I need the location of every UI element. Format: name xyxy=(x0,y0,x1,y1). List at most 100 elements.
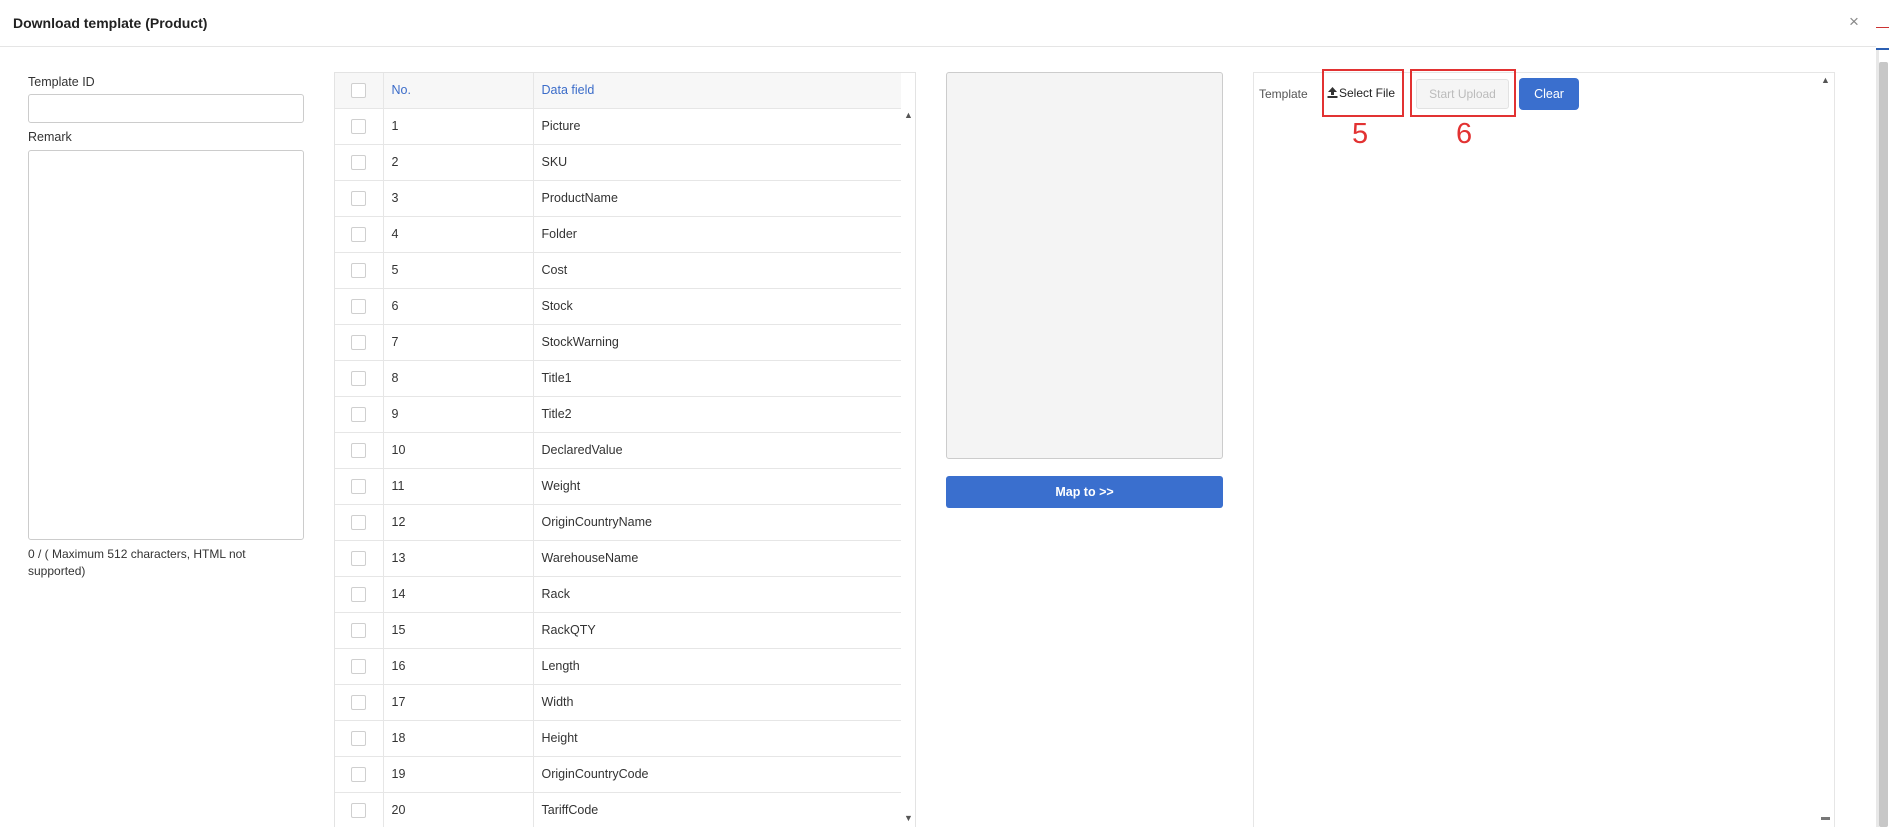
row-number: 9 xyxy=(383,396,534,433)
table-row[interactable]: 17 Width xyxy=(335,684,901,721)
row-data-field: Title2 xyxy=(533,396,901,433)
row-number: 18 xyxy=(383,720,534,757)
row-checkbox[interactable] xyxy=(351,442,367,458)
row-data-field: OriginCountryCode xyxy=(533,756,901,793)
row-data-field: OriginCountryName xyxy=(533,504,901,541)
annotation-marker-5: 5 xyxy=(1352,118,1369,150)
row-checkbox[interactable] xyxy=(351,550,367,566)
table-row[interactable]: 19 OriginCountryCode xyxy=(335,756,901,793)
mapping-textarea[interactable] xyxy=(946,72,1223,459)
row-checkbox[interactable] xyxy=(351,730,367,746)
row-checkbox[interactable] xyxy=(351,334,367,350)
table-row[interactable]: 12 OriginCountryName xyxy=(335,504,901,541)
table-row[interactable]: 14 Rack xyxy=(335,576,901,613)
panel-scroll-up-icon[interactable]: ▲ xyxy=(1821,75,1830,85)
upload-panel xyxy=(1253,72,1835,827)
row-data-field: RackQTY xyxy=(533,612,901,649)
table-row[interactable]: 10 DeclaredValue xyxy=(335,432,901,469)
remark-textarea[interactable] xyxy=(28,150,304,540)
row-checkbox[interactable] xyxy=(351,478,367,494)
row-checkbox-cell xyxy=(335,324,384,361)
row-number: 11 xyxy=(383,468,534,505)
table-row[interactable]: 16 Length xyxy=(335,648,901,685)
row-checkbox-cell xyxy=(335,216,384,253)
map-to-button[interactable]: Map to >> xyxy=(946,476,1223,508)
row-number: 17 xyxy=(383,684,534,721)
table-row[interactable]: 20 TariffCode xyxy=(335,792,901,827)
row-checkbox[interactable] xyxy=(351,154,367,170)
row-checkbox-cell xyxy=(335,504,384,541)
row-checkbox[interactable] xyxy=(351,370,367,386)
row-number: 20 xyxy=(383,792,534,827)
column-header-data-field[interactable]: Data field xyxy=(533,73,901,109)
template-label: Template xyxy=(1259,87,1308,101)
select-all-checkbox[interactable] xyxy=(351,82,367,98)
row-checkbox[interactable] xyxy=(351,298,367,314)
close-icon[interactable]: × xyxy=(1849,13,1859,31)
row-data-field: Rack xyxy=(533,576,901,613)
row-checkbox-cell xyxy=(335,576,384,613)
row-number: 3 xyxy=(383,180,534,217)
table-row[interactable]: 5 Cost xyxy=(335,252,901,289)
row-number: 4 xyxy=(383,216,534,253)
edge-mark xyxy=(1876,27,1889,28)
table-row[interactable]: 2 SKU xyxy=(335,144,901,181)
scrollbar-thumb[interactable] xyxy=(1879,62,1888,827)
table-row[interactable]: 15 RackQTY xyxy=(335,612,901,649)
table-row[interactable]: 13 WarehouseName xyxy=(335,540,901,577)
scroll-down-arrow-icon[interactable]: ▼ xyxy=(904,813,913,823)
row-checkbox[interactable] xyxy=(351,622,367,638)
row-checkbox[interactable] xyxy=(351,658,367,674)
row-checkbox[interactable] xyxy=(351,262,367,278)
char-count-hint: 0 / ( Maximum 512 characters, HTML not s… xyxy=(28,547,246,578)
table-row[interactable]: 7 StockWarning xyxy=(335,324,901,361)
row-checkbox[interactable] xyxy=(351,586,367,602)
row-checkbox[interactable] xyxy=(351,406,367,422)
highlight-box-start-upload xyxy=(1410,69,1516,117)
table-row[interactable]: 6 Stock xyxy=(335,288,901,325)
row-data-field: Stock xyxy=(533,288,901,325)
row-data-field: Cost xyxy=(533,252,901,289)
table-scrollbar[interactable]: ▲ ▼ xyxy=(901,108,915,827)
annotation-marker-6: 6 xyxy=(1456,118,1473,150)
panel-scroll-down-icon[interactable] xyxy=(1821,817,1830,820)
template-id-input[interactable] xyxy=(28,94,304,123)
row-checkbox[interactable] xyxy=(351,514,367,530)
row-checkbox-cell xyxy=(335,252,384,289)
row-checkbox-cell xyxy=(335,360,384,397)
highlight-box-select-file xyxy=(1322,69,1404,117)
row-data-field: SKU xyxy=(533,144,901,181)
table-row[interactable]: 4 Folder xyxy=(335,216,901,253)
row-checkbox-cell xyxy=(335,468,384,505)
row-checkbox[interactable] xyxy=(351,766,367,782)
row-data-field: ProductName xyxy=(533,180,901,217)
table-row[interactable]: 8 Title1 xyxy=(335,360,901,397)
dialog-header: Download template (Product) xyxy=(0,0,1876,47)
page-scrollbar[interactable] xyxy=(1876,0,1889,827)
row-checkbox[interactable] xyxy=(351,118,367,134)
row-number: 15 xyxy=(383,612,534,649)
row-checkbox-cell xyxy=(335,396,384,433)
row-checkbox[interactable] xyxy=(351,694,367,710)
row-number: 1 xyxy=(383,108,534,145)
table-row[interactable]: 1 Picture xyxy=(335,108,901,145)
row-checkbox[interactable] xyxy=(351,802,367,818)
row-number: 14 xyxy=(383,576,534,613)
row-number: 13 xyxy=(383,540,534,577)
row-number: 8 xyxy=(383,360,534,397)
column-header-no[interactable]: No. xyxy=(383,73,534,109)
table-row[interactable]: 18 Height xyxy=(335,720,901,757)
row-data-field: Picture xyxy=(533,108,901,145)
row-checkbox[interactable] xyxy=(351,190,367,206)
scroll-up-arrow-icon[interactable]: ▲ xyxy=(904,110,913,120)
table-row[interactable]: 11 Weight xyxy=(335,468,901,505)
row-checkbox[interactable] xyxy=(351,226,367,242)
row-checkbox-cell xyxy=(335,144,384,181)
row-checkbox-cell xyxy=(335,108,384,145)
row-number: 10 xyxy=(383,432,534,469)
table-row[interactable]: 9 Title2 xyxy=(335,396,901,433)
clear-button[interactable]: Clear xyxy=(1519,78,1579,110)
row-checkbox-cell xyxy=(335,756,384,793)
table-row[interactable]: 3 ProductName xyxy=(335,180,901,217)
row-data-field: StockWarning xyxy=(533,324,901,361)
